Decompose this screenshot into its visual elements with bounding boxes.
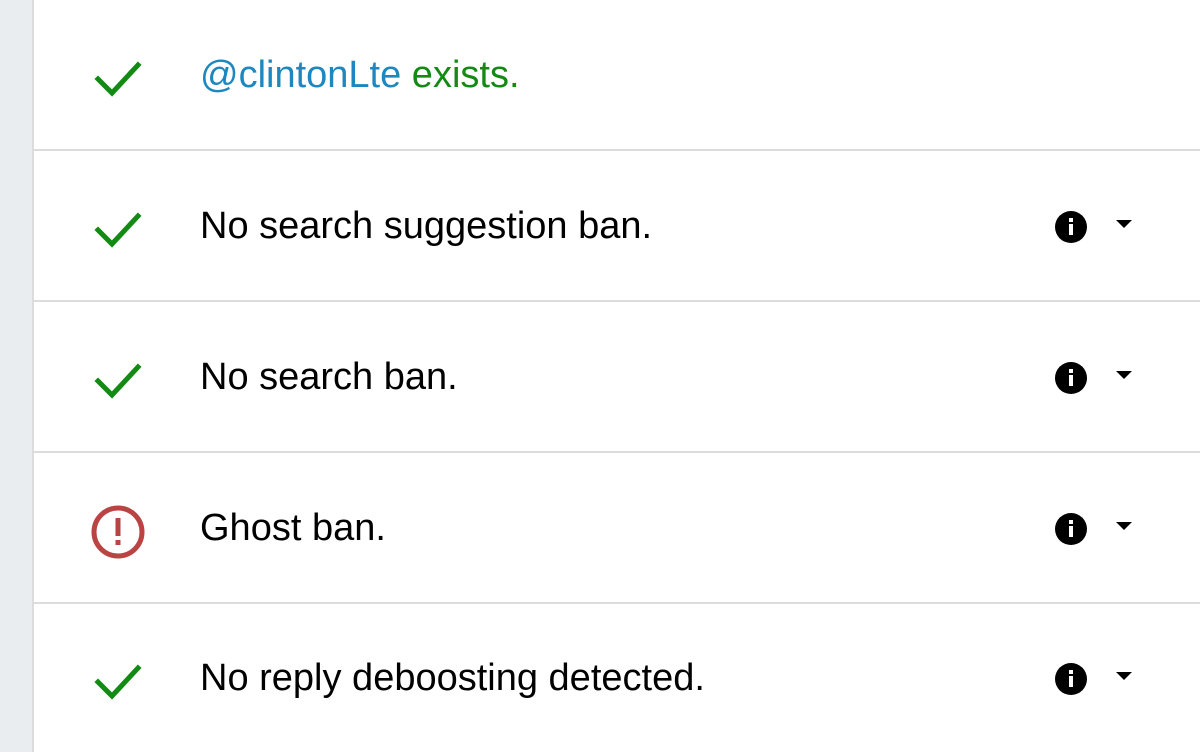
info-icon[interactable]: [1054, 361, 1088, 395]
caret-down-icon[interactable]: [1114, 519, 1134, 533]
info-icon[interactable]: [1054, 512, 1088, 546]
result-row-search-ban: No search ban.: [34, 302, 1200, 453]
check-icon: [94, 362, 142, 399]
result-text: @clintonLte exists.: [200, 53, 520, 97]
check-icon: [94, 664, 142, 700]
result-row-ghost-ban: Ghost ban.: [34, 453, 1200, 604]
page: @clintonLte exists. No search suggestion…: [0, 0, 1200, 752]
info-icon[interactable]: [1054, 210, 1088, 244]
info-icon[interactable]: [1054, 662, 1088, 696]
results-card: @clintonLte exists. No search suggestion…: [32, 0, 1200, 752]
caret-down-icon[interactable]: [1114, 217, 1134, 231]
result-label: No search ban.: [200, 355, 458, 398]
result-label: No search suggestion ban.: [200, 204, 653, 247]
result-label: exists.: [401, 53, 520, 96]
left-gutter: [0, 0, 32, 752]
alert-circle-icon: [91, 505, 145, 558]
result-row-search-suggestion-ban: No search suggestion ban.: [34, 151, 1200, 302]
caret-down-icon[interactable]: [1114, 368, 1134, 382]
check-icon: [94, 60, 142, 97]
check-icon: [94, 211, 142, 248]
result-row-exists: @clintonLte exists.: [34, 0, 1200, 151]
result-label: No reply deboosting detected.: [200, 657, 705, 699]
result-row-reply-deboosting: No reply deboosting detected.: [34, 604, 1200, 752]
caret-down-icon[interactable]: [1114, 669, 1134, 683]
result-label: Ghost ban.: [200, 506, 386, 549]
user-handle-link[interactable]: @clintonLte: [200, 54, 401, 96]
